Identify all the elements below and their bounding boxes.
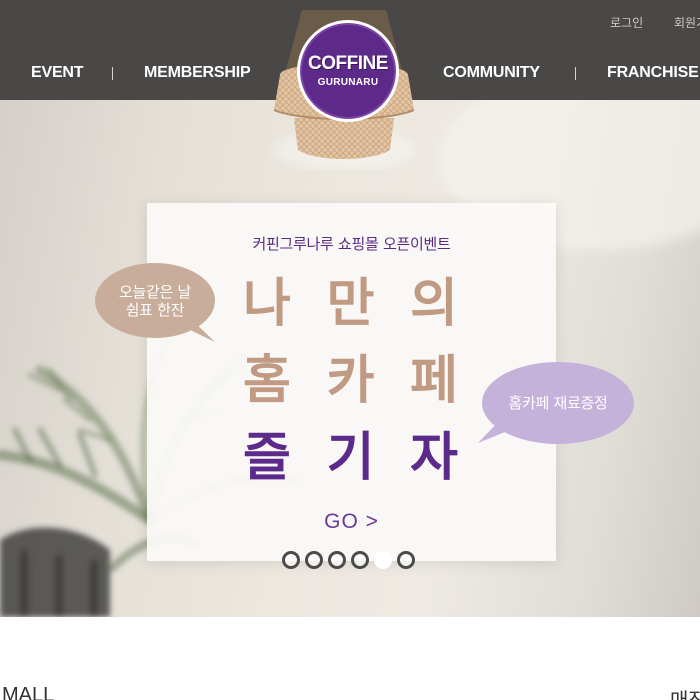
headline-char: 나 [243,274,291,334]
join-link[interactable]: 회원가 [674,14,700,31]
login-link[interactable]: 로그인 [610,14,643,31]
slide-dot[interactable] [282,551,300,569]
headline-line-2: 홈 카 페 [243,355,458,407]
slide-dot[interactable] [397,551,415,569]
headline-line-1: 나 만 의 [243,278,458,330]
bubble-left-line-2: 쉼표 한잔 [125,300,185,319]
event-subtitle: 커핀그루나루 쇼핑몰 오픈이벤트 [252,235,451,253]
headline-char: 자 [410,428,458,488]
headline-char: 즐 [243,428,291,488]
nav-event[interactable]: EVENT [31,64,84,82]
headline-char: 만 [326,274,375,334]
logo-sub-text: GURUNARU [317,77,379,88]
section-title-store: 매장 [670,684,700,700]
go-button[interactable]: GO > [147,510,556,534]
slide-dot[interactable] [351,551,369,569]
headline-char: 기 [326,428,375,488]
headline-char: 카 [326,351,375,411]
logo-main-text: COFFINE [308,53,388,74]
nav-divider [112,67,113,80]
nav-divider [575,67,576,80]
section-title-mall: MALL [2,684,55,700]
nav-membership[interactable]: MEMBERSHIP [144,64,251,82]
headline-char: 페 [410,351,458,411]
headline-char: 의 [410,274,458,334]
nav-community[interactable]: COMMUNITY [443,64,540,82]
slide-indicators [282,551,415,569]
slide-dot[interactable] [328,551,346,569]
speech-bubble-left: 오늘같은 날 쉼표 한잔 [95,263,215,338]
speech-bubble-right: 홈카페 재료증정 [482,362,634,444]
slide-dot[interactable] [374,551,392,569]
brand-logo-badge: COFFINE GURUNARU [300,23,396,119]
headline-line-3: 즐 기 자 [243,432,458,484]
headline-char: 홈 [243,351,291,411]
brand-logo[interactable]: COFFINE GURUNARU [297,20,399,122]
nav-franchise[interactable]: FRANCHISE [607,64,699,82]
slide-dot[interactable] [305,551,323,569]
bubble-left-line-1: 오늘같은 날 [119,282,191,301]
hero-banner: 커핀그루나루 쇼핑몰 오픈이벤트 나 만 의 홈 카 페 즐 기 자 GO > [0,100,700,617]
